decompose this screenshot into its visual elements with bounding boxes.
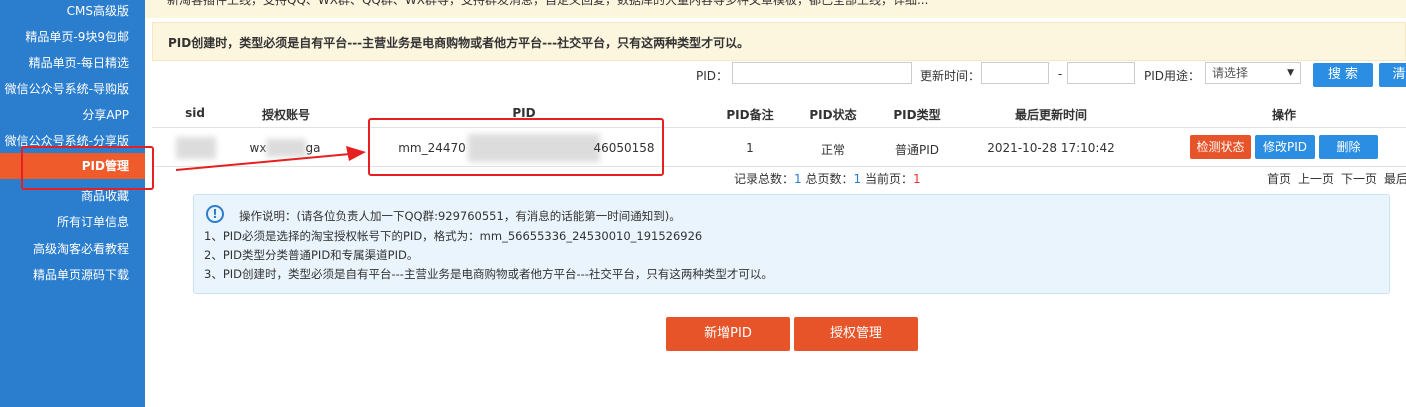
- annotation-arrow-icon: [175, 146, 366, 171]
